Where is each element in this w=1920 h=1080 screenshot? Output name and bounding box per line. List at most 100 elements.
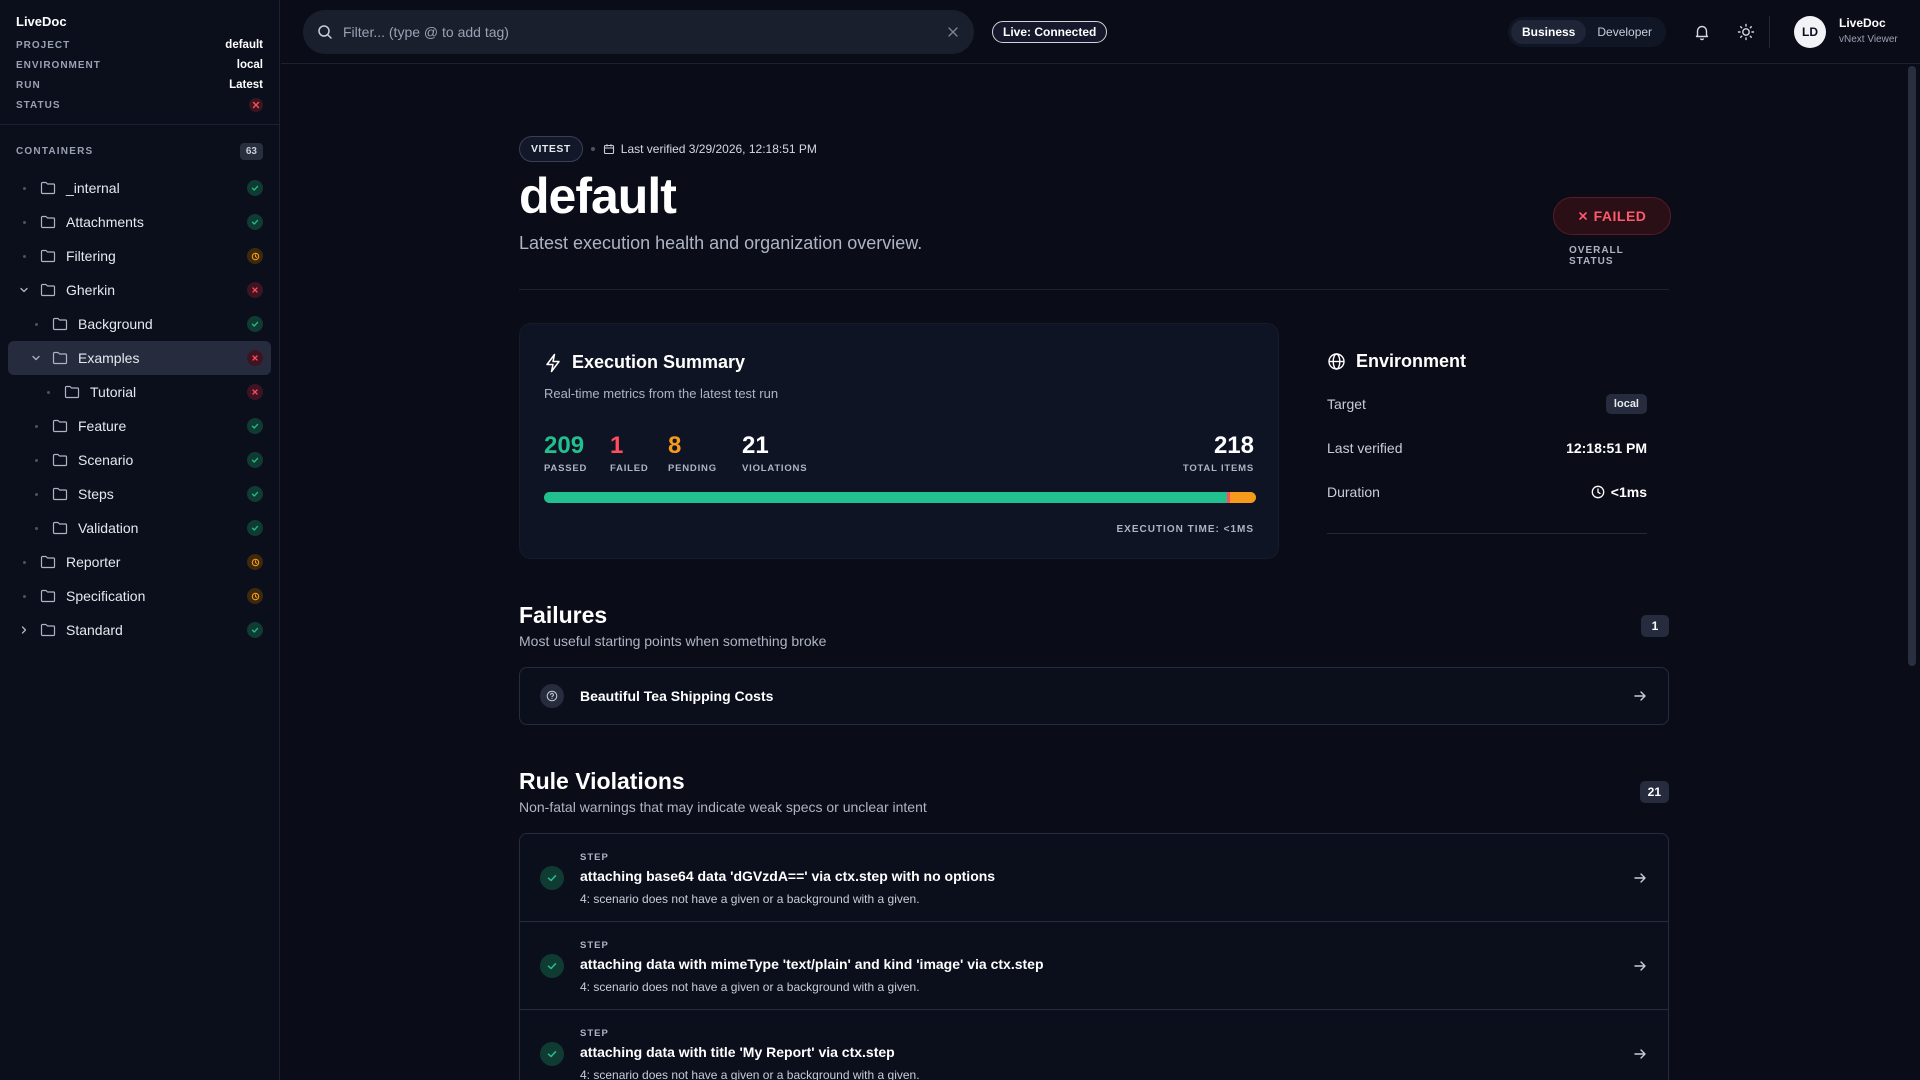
view-business-button[interactable]: Business	[1511, 20, 1587, 44]
bullet-dot	[16, 220, 32, 224]
metric-label: VIOLATIONS	[742, 463, 808, 474]
chevron-down-icon[interactable]	[16, 285, 32, 295]
theme-sun-icon[interactable]	[1734, 20, 1758, 44]
chevron-down-icon[interactable]	[28, 353, 44, 363]
execution-time: EXECUTION TIME: <1MS	[1116, 524, 1254, 535]
bullet-dot	[28, 492, 44, 496]
sidebar-item-label: Scenario	[78, 452, 134, 468]
passed-status-icon	[247, 622, 263, 638]
folder-icon	[40, 215, 56, 229]
view-mode-toggle: Business Developer	[1508, 17, 1667, 47]
arrow-right-icon	[1632, 1046, 1648, 1062]
sidebar-item-tutorial[interactable]: Tutorial	[8, 375, 271, 409]
lightning-icon	[544, 353, 562, 373]
bell-icon[interactable]	[1690, 20, 1714, 44]
main-content: VITEST Last verified 3/29/2026, 12:18:51…	[281, 65, 1903, 1080]
sidebar-item-reporter[interactable]: Reporter	[8, 545, 271, 579]
folder-icon	[40, 555, 56, 569]
execution-summary-subtitle: Real-time metrics from the latest test r…	[544, 386, 779, 401]
overall-status-label: OVERALL STATUS	[1569, 245, 1624, 267]
bullet-dot	[16, 254, 32, 258]
overall-status-badge: FAILED	[1553, 197, 1671, 235]
clear-search-icon[interactable]	[946, 25, 960, 39]
scrollbar-thumb[interactable]	[1908, 66, 1916, 666]
folder-icon	[40, 589, 56, 603]
env-key: Target	[1327, 396, 1366, 412]
pending-status-icon	[247, 554, 263, 570]
bullet-dot	[28, 458, 44, 462]
sidebar-item-label: Filtering	[66, 248, 116, 264]
violation-title: attaching data with mimeType 'text/plain…	[580, 956, 1044, 972]
violation-item[interactable]: STEP attaching data with mimeType 'text/…	[520, 922, 1668, 1010]
view-developer-button[interactable]: Developer	[1586, 20, 1663, 44]
sidebar-item-filtering[interactable]: Filtering	[8, 239, 271, 273]
user-name: LiveDoc	[1839, 16, 1886, 30]
failure-item[interactable]: Beautiful Tea Shipping Costs	[520, 668, 1668, 724]
sidebar-item-scenario[interactable]: Scenario	[8, 443, 271, 477]
failure-title: Beautiful Tea Shipping Costs	[580, 688, 774, 704]
containers-count: 63	[239, 142, 263, 160]
framework-badge: VITEST	[519, 136, 583, 162]
avatar[interactable]: LD	[1794, 16, 1826, 48]
folder-icon	[52, 487, 68, 501]
metric-violations: 21 VIOLATIONS	[742, 432, 807, 474]
sidebar-item-label: Validation	[78, 520, 139, 536]
env-row-target: Target local	[1327, 393, 1647, 415]
meta-value: local	[236, 59, 263, 71]
violation-item[interactable]: STEP attaching data with title 'My Repor…	[520, 1010, 1668, 1080]
sidebar-item-background[interactable]: Background	[8, 307, 271, 341]
pending-status-icon	[247, 588, 263, 604]
meta-key: STATUS	[16, 99, 61, 111]
sidebar-item-internal[interactable]: _internal	[8, 171, 271, 205]
sidebar-item-feature[interactable]: Feature	[8, 409, 271, 443]
violation-item[interactable]: STEP attaching base64 data 'dGVzdA==' vi…	[520, 834, 1668, 922]
sidebar-item-specification[interactable]: Specification	[8, 579, 271, 613]
sidebar-item-gherkin[interactable]: Gherkin	[8, 273, 271, 307]
search-bar[interactable]	[303, 10, 974, 54]
metric-pending: 8 PENDING	[668, 432, 717, 474]
sidebar-item-label: Gherkin	[66, 282, 116, 298]
metric-failed: 1 FAILED	[610, 432, 649, 474]
violation-kind: STEP	[580, 1028, 609, 1039]
sidebar-item-standard[interactable]: Standard	[8, 613, 271, 647]
env-target-chip: local	[1605, 394, 1647, 414]
check-icon	[540, 866, 564, 890]
sidebar-item-label: Specification	[66, 588, 146, 604]
sidebar-item-label: Background	[78, 316, 153, 332]
failed-status-icon	[249, 98, 263, 112]
sidebar-item-validation[interactable]: Validation	[8, 511, 271, 545]
violation-title: attaching base64 data 'dGVzdA==' via ctx…	[580, 868, 996, 884]
environment-title: Environment	[1327, 351, 1466, 372]
search-input[interactable]	[343, 24, 946, 40]
metric-value: 1	[610, 432, 624, 459]
sidebar-item-label: Attachments	[66, 214, 144, 230]
sidebar-item-label: Tutorial	[90, 384, 137, 400]
progress-pending	[1229, 492, 1256, 503]
arrow-right-icon	[1632, 688, 1648, 704]
folder-icon	[40, 181, 56, 195]
metric-value: 8	[668, 432, 682, 459]
folder-icon	[52, 521, 68, 535]
globe-icon	[1327, 352, 1346, 371]
meta-key: RUN	[16, 79, 41, 91]
meta-run: RUN Latest	[16, 75, 263, 95]
sidebar-item-steps[interactable]: Steps	[8, 477, 271, 511]
env-duration: <1ms	[1591, 484, 1647, 500]
separator-dot	[590, 147, 595, 151]
chevron-right-icon[interactable]	[16, 625, 32, 635]
sidebar-item-examples[interactable]: Examples	[8, 341, 271, 375]
sidebar-item-attachments[interactable]: Attachments	[8, 205, 271, 239]
folder-icon	[64, 385, 80, 399]
overall-status-text: FAILED	[1593, 208, 1647, 224]
main-scrollbar[interactable]	[1908, 66, 1916, 1076]
violations-subtitle: Non-fatal warnings that may indicate wea…	[519, 799, 927, 815]
meta-value: Latest	[229, 79, 263, 91]
passed-status-icon	[247, 180, 263, 196]
bullet-dot	[16, 560, 32, 564]
page-title: default	[519, 168, 677, 224]
check-icon	[540, 954, 564, 978]
bullet-dot	[40, 390, 56, 394]
env-row-last-verified: Last verified 12:18:51 PM	[1327, 437, 1647, 459]
execution-summary-title: Execution Summary	[544, 352, 745, 373]
sidebar-item-label: Reporter	[66, 554, 121, 570]
